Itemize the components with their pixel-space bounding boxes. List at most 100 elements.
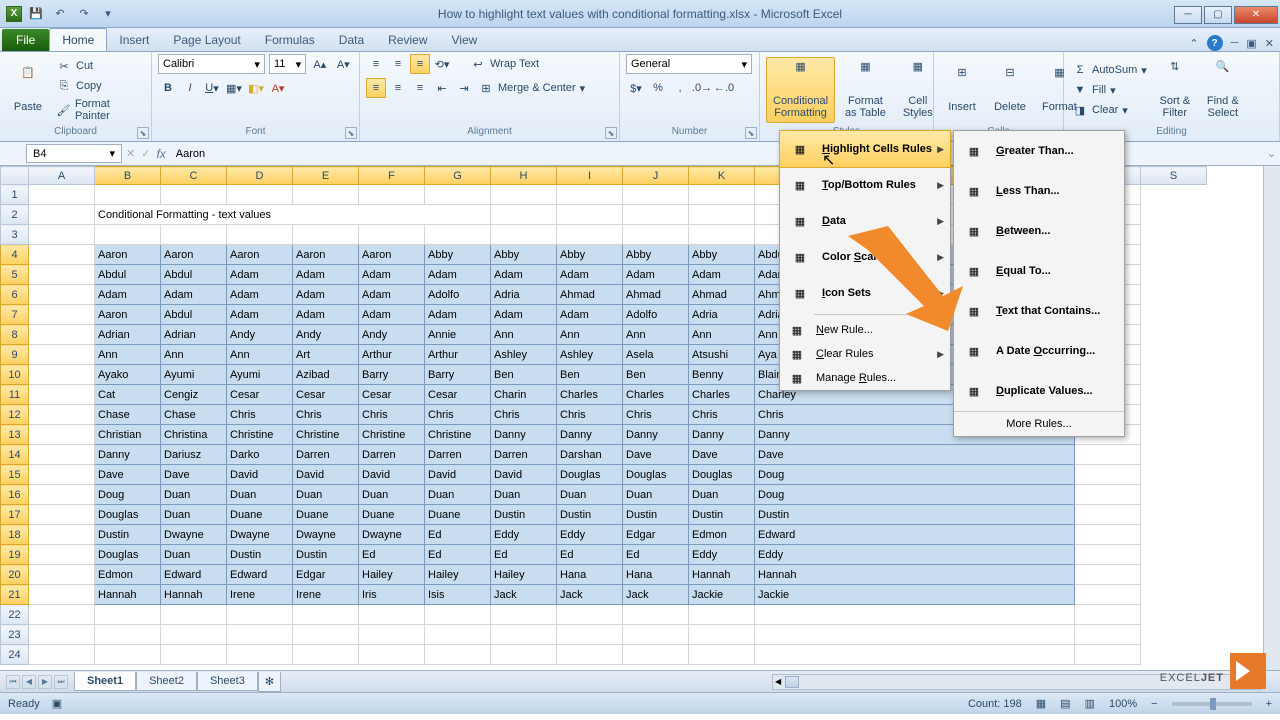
font-color-button[interactable]: A▾ [268, 78, 288, 98]
grow-font-icon[interactable]: A▴ [310, 54, 329, 74]
sheet1-tab[interactable]: Sheet1 [74, 672, 136, 691]
equal-to-item[interactable]: ▦Equal To... [954, 251, 1124, 291]
italic-button[interactable]: I [180, 78, 200, 98]
align-left-icon[interactable]: ≡ [366, 78, 386, 98]
top-bottom-rules-item[interactable]: ▦Top/Bottom Rules▶ [780, 167, 950, 203]
icon-sets-item[interactable]: ▦Icon Sets▶ [780, 275, 950, 311]
increase-indent-icon[interactable]: ⇥ [454, 78, 474, 98]
alignment-launcher[interactable]: ⬊ [605, 127, 617, 139]
border-button[interactable]: ▦▾ [224, 78, 244, 98]
fill-button[interactable]: ▼Fill▾ [1070, 81, 1118, 99]
sheet3-tab[interactable]: Sheet3 [197, 672, 258, 691]
file-tab[interactable]: File [2, 29, 49, 51]
wrap-text-button[interactable]: ↩Wrap Text [468, 55, 541, 73]
doc-close-icon[interactable]: ✕ [1265, 37, 1274, 50]
minimize-button[interactable]: ─ [1174, 6, 1202, 24]
find-select-button[interactable]: 🔍Find & Select [1201, 57, 1245, 123]
first-sheet-icon[interactable]: ⏮ [6, 675, 20, 689]
more-rules-item[interactable]: More Rules... [954, 411, 1124, 436]
font-launcher[interactable]: ⬊ [345, 127, 357, 139]
shrink-font-icon[interactable]: A▾ [334, 54, 353, 74]
number-launcher[interactable]: ⬊ [745, 127, 757, 139]
decrease-decimal-icon[interactable]: ←.0 [714, 78, 734, 98]
currency-icon[interactable]: $▾ [626, 78, 646, 98]
zoom-in-icon[interactable]: + [1266, 698, 1272, 710]
align-center-icon[interactable]: ≡ [388, 78, 408, 98]
manage-rules-item[interactable]: ▦Manage Rules... [780, 366, 950, 390]
view-layout-icon[interactable]: ▤ [1060, 697, 1070, 710]
last-sheet-icon[interactable]: ⏭ [54, 675, 68, 689]
clipboard-launcher[interactable]: ⬊ [137, 127, 149, 139]
home-tab[interactable]: Home [49, 28, 107, 51]
close-button[interactable]: ✕ [1234, 6, 1278, 24]
cut-button[interactable]: ✂Cut [54, 57, 95, 75]
increase-decimal-icon[interactable]: .0→ [692, 78, 712, 98]
sort-filter-button[interactable]: ⇅Sort & Filter [1153, 57, 1197, 123]
greater-than-item[interactable]: ▦Greater Than... [954, 131, 1124, 171]
zoom-level[interactable]: 100% [1109, 698, 1137, 710]
new-sheet-button[interactable]: ✻ [258, 672, 281, 692]
color-scales-item[interactable]: ▦Color Scales▶ [780, 239, 950, 275]
sheet2-tab[interactable]: Sheet2 [136, 672, 197, 691]
doc-minimize-icon[interactable]: ─ [1231, 37, 1239, 49]
format-painter-button[interactable]: 🖌Format Painter [54, 97, 145, 123]
date-occurring-item[interactable]: ▦A Date Occurring... [954, 331, 1124, 371]
format-as-table-button[interactable]: ▦Format as Table [839, 57, 892, 123]
align-right-icon[interactable]: ≡ [410, 78, 430, 98]
redo-icon[interactable]: ↷ [74, 4, 94, 24]
fill-color-button[interactable]: ◧▾ [246, 78, 266, 98]
view-break-icon[interactable]: ▥ [1085, 697, 1095, 710]
decrease-indent-icon[interactable]: ⇤ [432, 78, 452, 98]
name-box[interactable]: B4▾ [26, 144, 122, 163]
expand-formula-icon[interactable]: ⌄ [1263, 147, 1280, 160]
data-bars-item[interactable]: ▦Data▶ [780, 203, 950, 239]
clear-button[interactable]: ◨Clear▾ [1070, 101, 1130, 119]
view-normal-icon[interactable]: ▦ [1036, 697, 1046, 710]
doc-restore-icon[interactable]: ▣ [1246, 37, 1256, 50]
fx-icon[interactable]: fx [156, 147, 165, 161]
insert-tab[interactable]: Insert [107, 29, 161, 51]
macro-record-icon[interactable]: ▣ [52, 697, 62, 710]
font-name-select[interactable]: Calibri▾ [158, 54, 265, 74]
view-tab[interactable]: View [440, 29, 490, 51]
delete-cells-button[interactable]: ⊟Delete [988, 57, 1032, 123]
enter-formula-icon[interactable]: ✓ [141, 147, 150, 160]
insert-cells-button[interactable]: ⊞Insert [940, 57, 984, 123]
undo-icon[interactable]: ↶ [50, 4, 70, 24]
text-contains-item[interactable]: ▦Text that Contains... [954, 291, 1124, 331]
zoom-slider[interactable] [1172, 702, 1252, 706]
vertical-scrollbar[interactable] [1263, 166, 1280, 670]
prev-sheet-icon[interactable]: ◀ [22, 675, 36, 689]
help-icon[interactable]: ? [1207, 35, 1223, 51]
data-tab[interactable]: Data [327, 29, 376, 51]
save-icon[interactable]: 💾 [26, 4, 46, 24]
minimize-ribbon-icon[interactable]: ⌃ [1189, 37, 1198, 50]
formulas-tab[interactable]: Formulas [253, 29, 327, 51]
bold-button[interactable]: B [158, 78, 178, 98]
zoom-out-icon[interactable]: − [1151, 698, 1157, 710]
conditional-formatting-button[interactable]: ▦Conditional Formatting [766, 57, 835, 123]
font-size-select[interactable]: 11▾ [269, 54, 306, 74]
review-tab[interactable]: Review [376, 29, 439, 51]
percent-icon[interactable]: % [648, 78, 668, 98]
cancel-formula-icon[interactable]: ✕ [126, 147, 135, 160]
underline-button[interactable]: U▾ [202, 78, 222, 98]
paste-button[interactable]: 📋Paste [6, 57, 50, 123]
qat-dropdown-icon[interactable]: ▾ [98, 4, 118, 24]
number-format-select[interactable]: General▾ [626, 54, 752, 74]
align-middle-icon[interactable]: ≡ [388, 54, 408, 74]
autosum-button[interactable]: ΣAutoSum▾ [1070, 61, 1149, 79]
comma-icon[interactable]: , [670, 78, 690, 98]
align-top-icon[interactable]: ≡ [366, 54, 386, 74]
next-sheet-icon[interactable]: ▶ [38, 675, 52, 689]
less-than-item[interactable]: ▦Less Than... [954, 171, 1124, 211]
copy-button[interactable]: ⎘Copy [54, 77, 104, 95]
pagelayout-tab[interactable]: Page Layout [161, 29, 252, 51]
merge-center-button[interactable]: ⊞Merge & Center▾ [476, 79, 587, 97]
new-rule-item[interactable]: ▦New Rule... [780, 318, 950, 342]
align-bottom-icon[interactable]: ≡ [410, 54, 430, 74]
maximize-button[interactable]: ▢ [1204, 6, 1232, 24]
clear-rules-item[interactable]: ▦Clear Rules▶ [780, 342, 950, 366]
duplicate-values-item[interactable]: ▦Duplicate Values... [954, 371, 1124, 411]
highlight-cells-rules-item[interactable]: ▦Highlight Cells Rules▶ [779, 130, 951, 168]
